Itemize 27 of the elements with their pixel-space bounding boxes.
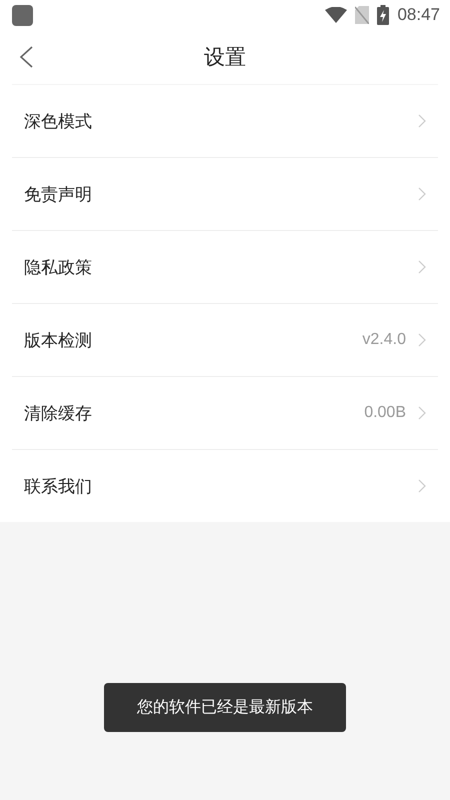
toast-message: 您的软件已经是最新版本 [104,683,346,732]
settings-row[interactable]: 免责声明 [12,157,438,230]
row-label: 免责声明 [24,184,93,206]
row-label: 版本检测 [24,330,93,352]
no-sim-icon [355,6,370,24]
row-label: 深色模式 [24,110,93,132]
row-value: v2.4.0 [362,331,406,349]
settings-row[interactable]: 版本检测 v2.4.0 [12,303,438,376]
chevron-right-icon [418,479,426,493]
clock: 08:47 [397,5,440,25]
battery-icon [377,5,390,25]
chevron-right-icon [418,114,426,128]
row-value: 0.00B [364,404,406,422]
settings-row[interactable]: 联系我们 [12,449,438,522]
page-title: 设置 [204,44,246,71]
back-icon[interactable] [18,46,34,68]
wifi-icon [325,7,348,23]
settings-row[interactable]: 清除缓存 0.00B [12,376,438,449]
row-label: 清除缓存 [24,402,93,424]
app-icon [12,4,33,26]
chevron-right-icon [418,187,426,201]
chevron-right-icon [418,406,426,420]
row-label: 联系我们 [24,476,93,498]
chevron-right-icon [418,260,426,274]
settings-row[interactable]: 隐私政策 [12,230,438,303]
row-label: 隐私政策 [24,256,93,278]
chevron-right-icon [418,333,426,347]
